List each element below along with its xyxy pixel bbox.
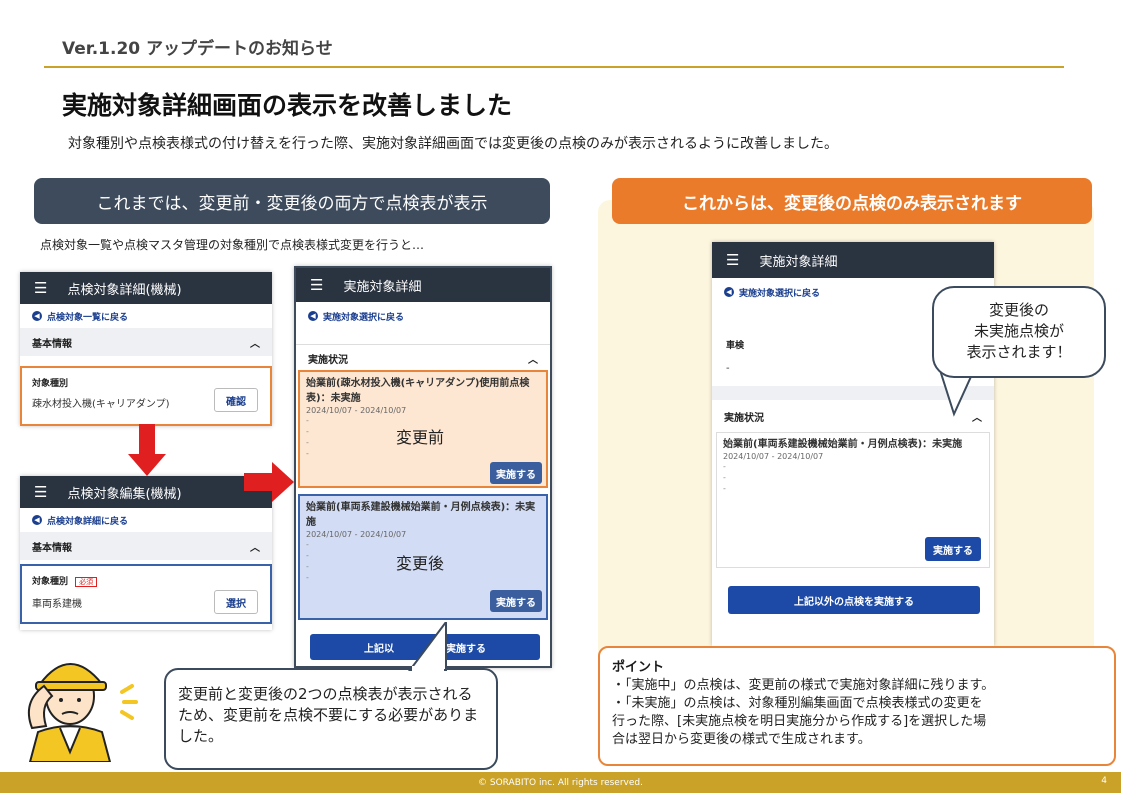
after-bubble-text: 変更後の 未実施点検が 表示されます！ <box>932 300 1106 363</box>
section-header-basic-info[interactable]: 基本情報 ︿ <box>20 532 272 560</box>
before-label: 変更前 <box>396 428 445 447</box>
before-bubble-text: 変更前と変更後の2つの点検表が表示されるため、変更前を点検不要にする必要がありま… <box>178 685 479 745</box>
after-section-header: これからは、変更後の点検のみ表示されます <box>612 178 1092 224</box>
execute-button[interactable]: 実施する <box>490 590 542 612</box>
card-date: 2024/10/07 - 2024/10/07 <box>306 406 407 415</box>
bubble-line-3: 表示されます！ <box>966 343 1072 361</box>
section-title: 実施状況 <box>308 355 348 366</box>
execute-other-inspection-button[interactable]: 上記以外の点検を実施する <box>728 586 980 614</box>
section-header-status[interactable]: 実施状況 ︿ <box>296 344 550 372</box>
field-value-inspection: - <box>726 363 730 374</box>
section-header-basic-info[interactable]: 基本情報 ︿ <box>20 328 272 356</box>
app-bar: ☰ 実施対象詳細 <box>712 242 994 278</box>
point-title: ポイント <box>612 660 665 675</box>
back-link-label: 実施対象選択に戻る <box>739 288 821 299</box>
back-link[interactable]: ◀ 点検対象詳細に戻る <box>20 508 272 532</box>
chevron-up-icon: ︿ <box>528 355 538 366</box>
back-link[interactable]: ◀ 実施対象選択に戻る <box>296 302 550 330</box>
point-line-2: ・「未実施」の点検は、対象種別編集画面で点検表様式の変更を <box>612 696 983 711</box>
back-arrow-icon: ◀ <box>308 311 318 321</box>
hamburger-menu-icon[interactable]: ☰ <box>34 483 47 501</box>
hamburger-menu-icon[interactable]: ☰ <box>310 276 323 294</box>
back-arrow-icon: ◀ <box>724 287 734 297</box>
bubble-line-1: 変更後の <box>988 301 1049 319</box>
worker-illustration <box>28 663 138 762</box>
execute-button[interactable]: 実施する <box>925 537 981 561</box>
execution-target-detail-screen-before: ☰ 実施対象詳細 ◀ 実施対象選択に戻る 実施状況 ︿ 始業前(疎水材投入機(キ… <box>294 266 552 668</box>
card-date: 2024/10/07 - 2024/10/07 <box>723 452 824 461</box>
section-title: 実施状況 <box>724 412 764 424</box>
field-label-inspection: 車検 <box>726 341 745 351</box>
app-bar: ☰ 点検対象編集(機械) <box>20 476 272 508</box>
page-title: 実施対象詳細画面の表示を改善しました <box>62 91 513 120</box>
app-bar-title: 実施対象詳細 <box>343 279 422 295</box>
point-note-box: ポイント ・「実施中」の点検は、変更前の様式で実施対象詳細に残ります。 ・「未実… <box>598 646 1116 766</box>
execute-button[interactable]: 実施する <box>490 462 542 484</box>
card-title: 始業前(車両系建設機械始業前・月例点検表)：未実施 <box>306 502 536 528</box>
back-link-label: 点検対象詳細に戻る <box>47 516 129 527</box>
point-line-3: 行った際、[未実施点検を明日実施分から作成する]を選択した場 <box>612 714 987 729</box>
highlight-target-type-after <box>20 564 272 624</box>
before-section-header: これまでは、変更前・変更後の両方で点検表が表示 <box>34 178 550 224</box>
before-description: 点検対象一覧や点検マスタ管理の対象種別で点検表様式変更を行うと… <box>40 238 425 252</box>
chevron-up-icon: ︿ <box>250 338 260 350</box>
section-title: 基本情報 <box>32 542 72 554</box>
point-line-4: 合は翌日から変更後の様式で生成されます。 <box>612 732 871 747</box>
hamburger-menu-icon[interactable]: ☰ <box>726 251 739 269</box>
button-label-start: 上記以 <box>364 643 394 655</box>
footer-copyright: © SORABITO inc. All rights reserved. <box>0 772 1121 793</box>
inspection-card-before: 始業前(疎水材投入機(キャリアダンプ)使用前点検表)：未実施 2024/10/0… <box>298 370 548 488</box>
app-bar-title: 実施対象詳細 <box>759 254 838 270</box>
app-bar-title: 点検対象編集(機械) <box>67 486 182 502</box>
highlight-target-type-before <box>20 366 272 426</box>
after-label: 変更後 <box>396 554 445 573</box>
page-number: 4 <box>1101 776 1107 786</box>
back-arrow-icon: ◀ <box>32 515 42 525</box>
page-subtitle: 対象種別や点検表様式の付け替えを行った際、実施対象詳細画面では変更後の点検のみが… <box>68 136 838 152</box>
bubble-line-2: 未実施点検が <box>973 322 1064 340</box>
app-bar: ☰ 実施対象詳細 <box>296 268 550 302</box>
inspection-card-after: 始業前(車両系建設機械始業前・月例点検表)：未実施 2024/10/07 - 2… <box>298 494 548 620</box>
back-link-label: 点検対象一覧に戻る <box>47 312 129 323</box>
app-bar: ☰ 点検対象詳細(機械) <box>20 272 272 304</box>
card-placeholder-lines: --- <box>723 462 726 493</box>
bubble-tail <box>408 622 447 672</box>
version-label: Ver.1.20 アップデートのお知らせ <box>62 39 333 59</box>
chevron-up-icon: ︿ <box>250 542 260 554</box>
back-arrow-icon: ◀ <box>32 311 42 321</box>
header-divider <box>44 66 1064 68</box>
point-line-1: ・「実施中」の点検は、変更前の様式で実施対象詳細に残ります。 <box>612 678 995 693</box>
card-title: 始業前(疎水材投入機(キャリアダンプ)使用前点検表)：未実施 <box>306 378 530 404</box>
card-date: 2024/10/07 - 2024/10/07 <box>306 530 407 539</box>
card-title: 始業前(車両系建設機械始業前・月例点検表)：未実施 <box>723 439 963 450</box>
back-link-label: 実施対象選択に戻る <box>323 312 405 323</box>
section-title: 基本情報 <box>32 338 72 350</box>
arrow-down-icon <box>128 424 166 476</box>
inspection-card-after: 始業前(車両系建設機械始業前・月例点検表)：未実施 2024/10/07 - 2… <box>716 432 990 568</box>
back-link[interactable]: ◀ 点検対象一覧に戻る <box>20 304 272 328</box>
app-bar-title: 点検対象詳細(機械) <box>67 282 182 298</box>
hamburger-menu-icon[interactable]: ☰ <box>34 279 47 297</box>
arrow-right-icon <box>244 462 294 502</box>
